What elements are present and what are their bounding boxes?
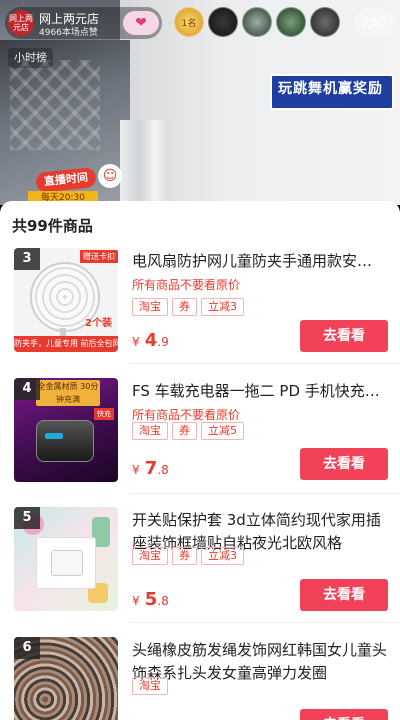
switch-cover-image bbox=[36, 537, 96, 589]
smiley-icon: ☺ bbox=[98, 164, 122, 188]
price-currency: ¥ bbox=[132, 594, 140, 608]
platform-tag: 淘宝 bbox=[132, 677, 168, 695]
thumbnail-gift-tag: 赠送卡扣 bbox=[80, 250, 118, 263]
hour-rank-button[interactable]: 小时榜 bbox=[8, 48, 53, 68]
platform-tag: 淘宝 bbox=[132, 298, 168, 316]
product-count-title: 共99件商品 bbox=[12, 217, 93, 235]
viewer-avatar[interactable] bbox=[310, 7, 340, 37]
platform-tag: 淘宝 bbox=[132, 547, 168, 565]
price-integer: 5 bbox=[144, 589, 158, 610]
product-price: ¥ 7.8 bbox=[132, 458, 169, 479]
discount-tag: 立减3 bbox=[201, 298, 244, 316]
viewer-avatar[interactable] bbox=[276, 7, 306, 37]
thumbnail-strip: 防夹手，儿童专用 前后全包网 bbox=[14, 336, 118, 352]
product-thumbnail[interactable]: 全金属材质 30分钟充满 快充 4 bbox=[14, 378, 118, 482]
live-video[interactable]: 网上两元店 网上两元店 4966本场点赞 ❤ 1名 286 小时榜 玩跳舞机赢奖… bbox=[0, 0, 400, 205]
product-item[interactable]: 6 头绳橡皮筋发绳发饰网红韩国女儿童头饰森系扎头发女童高弹力发圈 淘宝 去看看 bbox=[0, 623, 400, 720]
top-viewer-rank-badge[interactable]: 1名 bbox=[174, 7, 204, 37]
rank-badge: 3 bbox=[14, 248, 40, 270]
platform-tag: 淘宝 bbox=[132, 422, 168, 440]
coupon-tag: 券 bbox=[172, 547, 197, 565]
price-currency: ¥ bbox=[132, 463, 140, 477]
price-decimal: .8 bbox=[157, 463, 169, 477]
product-thumbnail[interactable]: 赠送卡扣 2个装 防夹手，儿童专用 前后全包网 3 bbox=[14, 248, 118, 352]
product-note: 所有商品不要看原价 bbox=[132, 408, 241, 422]
thumbnail-pack-tag: 2个装 bbox=[85, 318, 112, 329]
product-name[interactable]: FS 车载充电器一拖二 PD 手机快充… bbox=[132, 380, 388, 403]
price-currency: ¥ bbox=[132, 335, 140, 349]
price-integer: 4 bbox=[144, 330, 158, 351]
product-thumbnail[interactable]: 6 bbox=[14, 637, 118, 720]
video-background-curtain bbox=[120, 120, 170, 205]
product-tags: 淘宝 券 立减3 bbox=[132, 298, 244, 316]
thumbnail-fast-tag: 快充 bbox=[94, 408, 114, 420]
product-price: ¥ 5.8 bbox=[132, 589, 169, 610]
promo-banner[interactable]: 玩跳舞机赢奖励 bbox=[270, 74, 394, 110]
price-integer: 7 bbox=[144, 458, 158, 479]
product-note: 所有商品不要看原价 bbox=[132, 278, 241, 292]
product-name[interactable]: 头绳橡皮筋发绳发饰网红韩国女儿童头饰森系扎头发女童高弹力发圈 bbox=[132, 639, 388, 685]
rank-badge: 6 bbox=[14, 637, 40, 659]
view-product-button[interactable]: 去看看 bbox=[300, 709, 388, 720]
room-info-chip[interactable]: 网上两元店 网上两元店 4966本场点赞 ❤ bbox=[5, 7, 162, 39]
product-tags: 淘宝 bbox=[132, 677, 168, 695]
viewer-avatar[interactable] bbox=[242, 7, 272, 37]
product-list-sheet[interactable]: 共99件商品 赠送卡扣 2个装 防夹手，儿童专用 前后全包网 3 电风扇防护网儿… bbox=[0, 201, 400, 720]
view-product-button[interactable]: 去看看 bbox=[300, 579, 388, 611]
product-price: ¥ 4.9 bbox=[132, 330, 169, 351]
viewer-count[interactable]: 286 bbox=[355, 8, 393, 36]
view-product-button[interactable]: 去看看 bbox=[300, 448, 388, 480]
discount-tag: 立减5 bbox=[201, 422, 244, 440]
coupon-tag: 券 bbox=[172, 298, 197, 316]
product-tags: 淘宝 券 立减5 bbox=[132, 422, 244, 440]
promo-banner-title: 玩跳舞机赢奖励 bbox=[278, 81, 383, 97]
price-decimal: .8 bbox=[157, 594, 169, 608]
price-decimal: .9 bbox=[157, 335, 169, 349]
rank-badge: 5 bbox=[14, 507, 40, 529]
product-item[interactable]: 5 开关贴保护套 3d立体简约现代家用插座装饰框墙贴自粘夜光北欧风格 淘宝 券 … bbox=[0, 493, 400, 623]
room-likes: 4966本场点赞 bbox=[39, 28, 98, 38]
follow-button[interactable]: ❤ bbox=[123, 11, 159, 35]
heart-icon: ❤ bbox=[135, 15, 147, 31]
product-tags: 淘宝 券 立减3 bbox=[132, 547, 244, 565]
viewer-rank-label: 1名 bbox=[181, 18, 197, 29]
thumbnail-metal-tag: 全金属材质 30分钟充满 bbox=[36, 380, 100, 406]
product-name[interactable]: 电风扇防护网儿童防夹手通用款安… bbox=[132, 250, 388, 273]
product-item[interactable]: 全金属材质 30分钟充满 快充 4 FS 车载充电器一拖二 PD 手机快充… 所… bbox=[0, 364, 400, 494]
rank-badge: 4 bbox=[14, 378, 40, 400]
discount-tag: 立减3 bbox=[201, 547, 244, 565]
car-charger-image bbox=[36, 420, 94, 462]
viewer-avatar[interactable] bbox=[208, 7, 238, 37]
product-item[interactable]: 赠送卡扣 2个装 防夹手，儿童专用 前后全包网 3 电风扇防护网儿童防夹手通用款… bbox=[0, 234, 400, 364]
product-thumbnail[interactable]: 5 bbox=[14, 507, 118, 611]
coupon-tag: 券 bbox=[172, 422, 197, 440]
view-product-button[interactable]: 去看看 bbox=[300, 320, 388, 352]
room-avatar[interactable]: 网上两元店 bbox=[8, 10, 34, 36]
